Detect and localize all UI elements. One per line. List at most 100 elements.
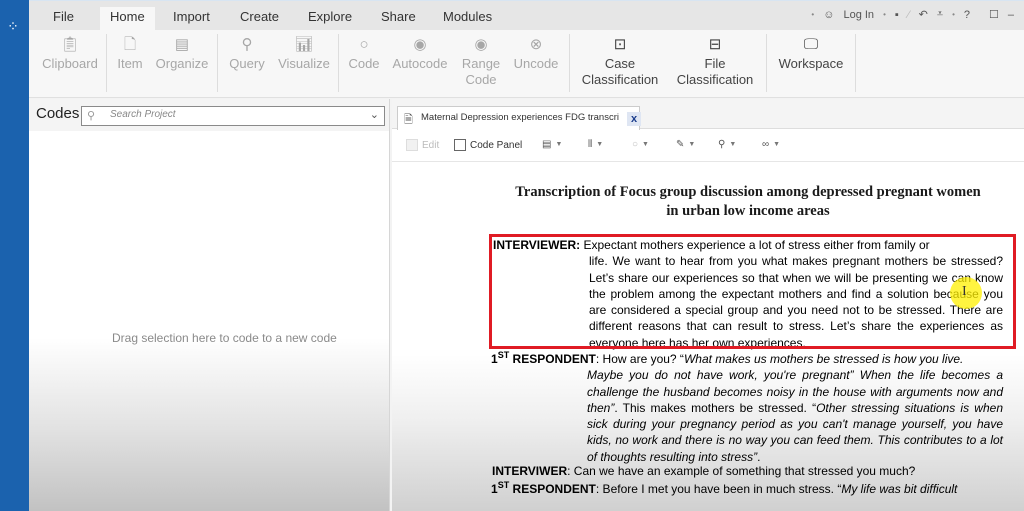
code-panel-checkbox[interactable] <box>454 139 466 151</box>
caret-down-icon: ▼ <box>729 141 737 148</box>
respondent-number: 1 <box>491 482 498 496</box>
document-toolbar: Edit Code Panel ▤ ▼ ⫴ ▼ ○ ▼ ✎ ▼ ⚲ ▼ ∞ ▼ <box>392 130 1024 162</box>
edit-pencil-icon[interactable]: ⁄ <box>908 9 910 21</box>
file-classification-label: File <box>704 56 726 71</box>
ribbon-separator <box>855 34 856 92</box>
tab-explore[interactable]: Explore <box>298 7 362 31</box>
search-project-box[interactable]: ⚲ ⌄ <box>81 106 385 126</box>
tab-home[interactable]: Home <box>100 7 155 31</box>
tab-import[interactable]: Import <box>163 7 220 31</box>
respondent-paragraph-1[interactable]: 1ST RESPONDENT: How are you? “What makes… <box>491 351 1003 465</box>
query-magnifier-icon: ⚲ <box>241 36 253 53</box>
code-circle-icon: ○ <box>359 36 369 53</box>
code-panel-toggle[interactable]: Code Panel <box>454 139 522 151</box>
interviewer-paragraph-1[interactable]: INTERVIEWER: Expectant mothers experienc… <box>493 237 1003 351</box>
workspace-monitor-icon: 🖵︎ <box>803 36 819 53</box>
link-dropdown[interactable]: ∞ ▼ <box>762 139 780 150</box>
paragraph-text: : How are you? “ <box>595 352 684 366</box>
feedback-icon[interactable]: ☐ <box>989 8 999 21</box>
code-label: Code <box>348 56 380 71</box>
range-code-label-2: Code <box>465 72 497 87</box>
tab-share[interactable]: Share <box>371 7 426 31</box>
organize-button[interactable]: ▤ Organize <box>153 34 211 72</box>
visualize-button[interactable]: 📊︎ Visualize <box>275 34 333 72</box>
zoom-dropdown[interactable]: ⚲ ▼ <box>718 139 736 150</box>
respondent-paragraph-2[interactable]: 1ST RESPONDENT: Before I met you have be… <box>491 481 1003 497</box>
file-classification-button[interactable]: ⊟ File Classification <box>674 34 756 88</box>
tab-file[interactable]: File <box>43 7 84 31</box>
interviewer-paragraph-2[interactable]: INTERVIWER: Can we have an example of so… <box>492 463 1004 479</box>
caret-down-icon: ▼ <box>596 141 604 148</box>
minimize-button[interactable]: – <box>1008 9 1014 21</box>
speaker-label: RESPONDENT <box>512 482 596 496</box>
query-label: Query <box>229 56 265 71</box>
uncode-label: Uncode <box>513 56 559 71</box>
autocode-button[interactable]: ◉ Autocode <box>389 34 451 72</box>
coding-stripes-icon: ⫴ <box>588 139 593 150</box>
uncode-button[interactable]: ⊗ Uncode <box>509 34 563 72</box>
pen-dropdown[interactable]: ✎ ▼ <box>676 139 695 150</box>
ribbon-separator <box>338 34 339 92</box>
speaker-label: RESPONDENT <box>512 352 596 366</box>
autocode-label: Autocode <box>392 56 448 71</box>
edit-checkbox[interactable] <box>406 139 418 151</box>
speaker-label: INTERVIEWER: <box>493 238 581 252</box>
uncode-icon: ⊗ <box>529 36 543 53</box>
case-classification-icon: ⊡ <box>613 36 627 53</box>
undo-icon[interactable]: ↶ <box>919 8 928 21</box>
ordinal-suffix: ST <box>497 350 510 360</box>
document-tab[interactable]: 🗎︎ Maternal Depression experiences FDG t… <box>397 106 641 130</box>
edit-toggle[interactable]: Edit <box>406 139 439 151</box>
login-link[interactable]: Log In <box>843 9 874 21</box>
code-button[interactable]: ○ Code <box>345 34 383 72</box>
respondent-number: 1 <box>491 352 498 366</box>
organize-label: Organize <box>155 56 209 71</box>
search-project-input[interactable] <box>110 109 360 120</box>
list-icon: ▤ <box>174 36 190 53</box>
paragraph-text: : Before I met you have been in much str… <box>595 482 842 496</box>
drag-drop-hint[interactable]: Drag selection here to code to a new cod… <box>112 331 337 345</box>
chevron-down-icon[interactable]: ⌄ <box>370 108 379 121</box>
visualize-label: Visualize <box>278 56 330 71</box>
file-classification-label-2: Classification <box>676 72 754 87</box>
document-tab-label: Maternal Depression experiences FDG tran… <box>421 112 619 123</box>
query-button[interactable]: ⚲ Query <box>225 34 269 72</box>
clipboard-button[interactable]: 📋︎ Clipboard <box>39 34 101 72</box>
document-icon: 🗋︎ <box>123 36 137 53</box>
caret-down-icon: ▼ <box>773 141 781 148</box>
help-button[interactable]: ? <box>964 9 970 21</box>
ribbon-separator <box>766 34 767 92</box>
separator-dot: • <box>952 10 955 19</box>
range-code-button[interactable]: ◉ Range Code <box>459 34 503 88</box>
codes-panel: Codes ⚲ ⌄ Drag selection here to code to… <box>29 99 390 511</box>
annotation-icon: ▤ <box>542 139 552 150</box>
customize-icon[interactable]: ⩡ <box>937 8 943 21</box>
close-tab-button[interactable]: x <box>627 112 641 126</box>
caret-down-icon: ▼ <box>642 141 649 148</box>
annotations-dropdown[interactable]: ▤ ▼ <box>542 139 562 150</box>
highlight-dropdown[interactable]: ○ ▼ <box>632 139 649 150</box>
coding-stripes-dropdown[interactable]: ⫴ ▼ <box>588 139 603 150</box>
user-icon[interactable]: ☺ <box>823 9 834 21</box>
workspace-button[interactable]: 🖵︎ Workspace <box>773 34 849 72</box>
file-classification-icon: ⊟ <box>708 36 722 53</box>
document-tab-bar: 🗎︎ Maternal Depression experiences FDG t… <box>392 99 1024 130</box>
document-content[interactable]: Transcription of Focus group discussion … <box>492 183 1004 221</box>
case-classification-label-2: Classification <box>581 72 659 87</box>
app-menu-icon[interactable]: ⁘ <box>5 18 21 34</box>
code-panel-label: Code Panel <box>470 139 523 151</box>
paragraph-text: . This makes mothers be stressed. “ <box>614 400 817 415</box>
item-button[interactable]: 🗋︎ Item <box>113 34 147 72</box>
paragraph-text: . <box>757 449 761 464</box>
tab-modules[interactable]: Modules <box>433 7 502 31</box>
case-classification-label: Case <box>604 56 636 71</box>
tab-create[interactable]: Create <box>230 7 289 31</box>
save-icon[interactable]: ▪ <box>895 9 899 21</box>
ribbon-separator <box>569 34 570 92</box>
workspace-label: Workspace <box>778 56 844 71</box>
pen-icon: ✎ <box>676 139 685 150</box>
autocode-icon: ◉ <box>413 36 427 53</box>
quoted-text: My life was bit difficult <box>841 482 958 496</box>
case-classification-button[interactable]: ⊡ Case Classification <box>579 34 661 88</box>
paragraph-text-continued: life. We want to hear from you what make… <box>589 254 1003 350</box>
